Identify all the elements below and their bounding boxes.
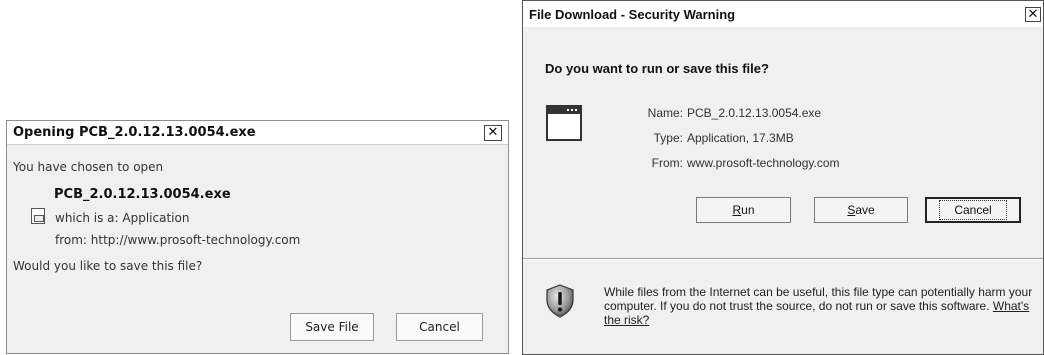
file-name: PCB_2.0.12.13.0054.exe bbox=[54, 187, 231, 202]
security-warning-text: While files from the Internet can be use… bbox=[604, 285, 1034, 327]
type-value: Application, 17.3MB bbox=[687, 131, 794, 145]
application-icon bbox=[546, 105, 582, 141]
dialog-title: File Download - Security Warning bbox=[529, 6, 736, 22]
from-value: www.prosoft-technology.com bbox=[687, 156, 840, 170]
run-mnemonic: R bbox=[732, 203, 742, 217]
cancel-button[interactable]: Cancel bbox=[925, 197, 1021, 223]
run-button[interactable]: Run bbox=[696, 197, 791, 223]
file-icon bbox=[31, 208, 45, 224]
divider-highlight bbox=[523, 259, 1043, 260]
intro-text: You have chosen to open bbox=[13, 160, 164, 174]
save-button[interactable]: Save bbox=[814, 197, 908, 223]
file-type-line: which is a: Application bbox=[55, 211, 190, 225]
file-source-line: from: http://www.prosoft-technology.com bbox=[55, 233, 301, 247]
run-or-save-question: Do you want to run or save this file? bbox=[545, 61, 769, 76]
from-label: From: bbox=[651, 156, 683, 170]
dialog-title: Opening PCB_2.0.12.13.0054.exe bbox=[13, 125, 256, 140]
opening-file-dialog: Opening PCB_2.0.12.13.0054.exe ✕ You hav… bbox=[6, 120, 509, 354]
warning-body: While files from the Internet can be use… bbox=[604, 285, 1033, 313]
close-icon[interactable]: ✕ bbox=[1025, 6, 1041, 22]
name-value: PCB_2.0.12.13.0054.exe bbox=[687, 106, 822, 120]
title-bar[interactable]: File Download - Security Warning ✕ bbox=[523, 1, 1043, 27]
close-icon[interactable]: ✕ bbox=[484, 124, 502, 141]
security-warning-dialog: File Download - Security Warning ✕ Do yo… bbox=[522, 0, 1044, 355]
save-question: Would you like to save this file? bbox=[13, 259, 203, 273]
save-label-rest: ave bbox=[855, 203, 875, 217]
type-label: Type: bbox=[653, 131, 683, 145]
cancel-label: Cancel bbox=[939, 200, 1007, 220]
name-label: Name: bbox=[647, 106, 683, 120]
save-mnemonic: S bbox=[847, 203, 856, 217]
run-label-rest: un bbox=[741, 203, 755, 217]
cancel-button[interactable]: Cancel bbox=[396, 313, 483, 341]
title-bar[interactable]: Opening PCB_2.0.12.13.0054.exe ✕ bbox=[7, 121, 508, 145]
save-file-button[interactable]: Save File bbox=[290, 313, 374, 341]
shield-icon bbox=[546, 284, 574, 318]
